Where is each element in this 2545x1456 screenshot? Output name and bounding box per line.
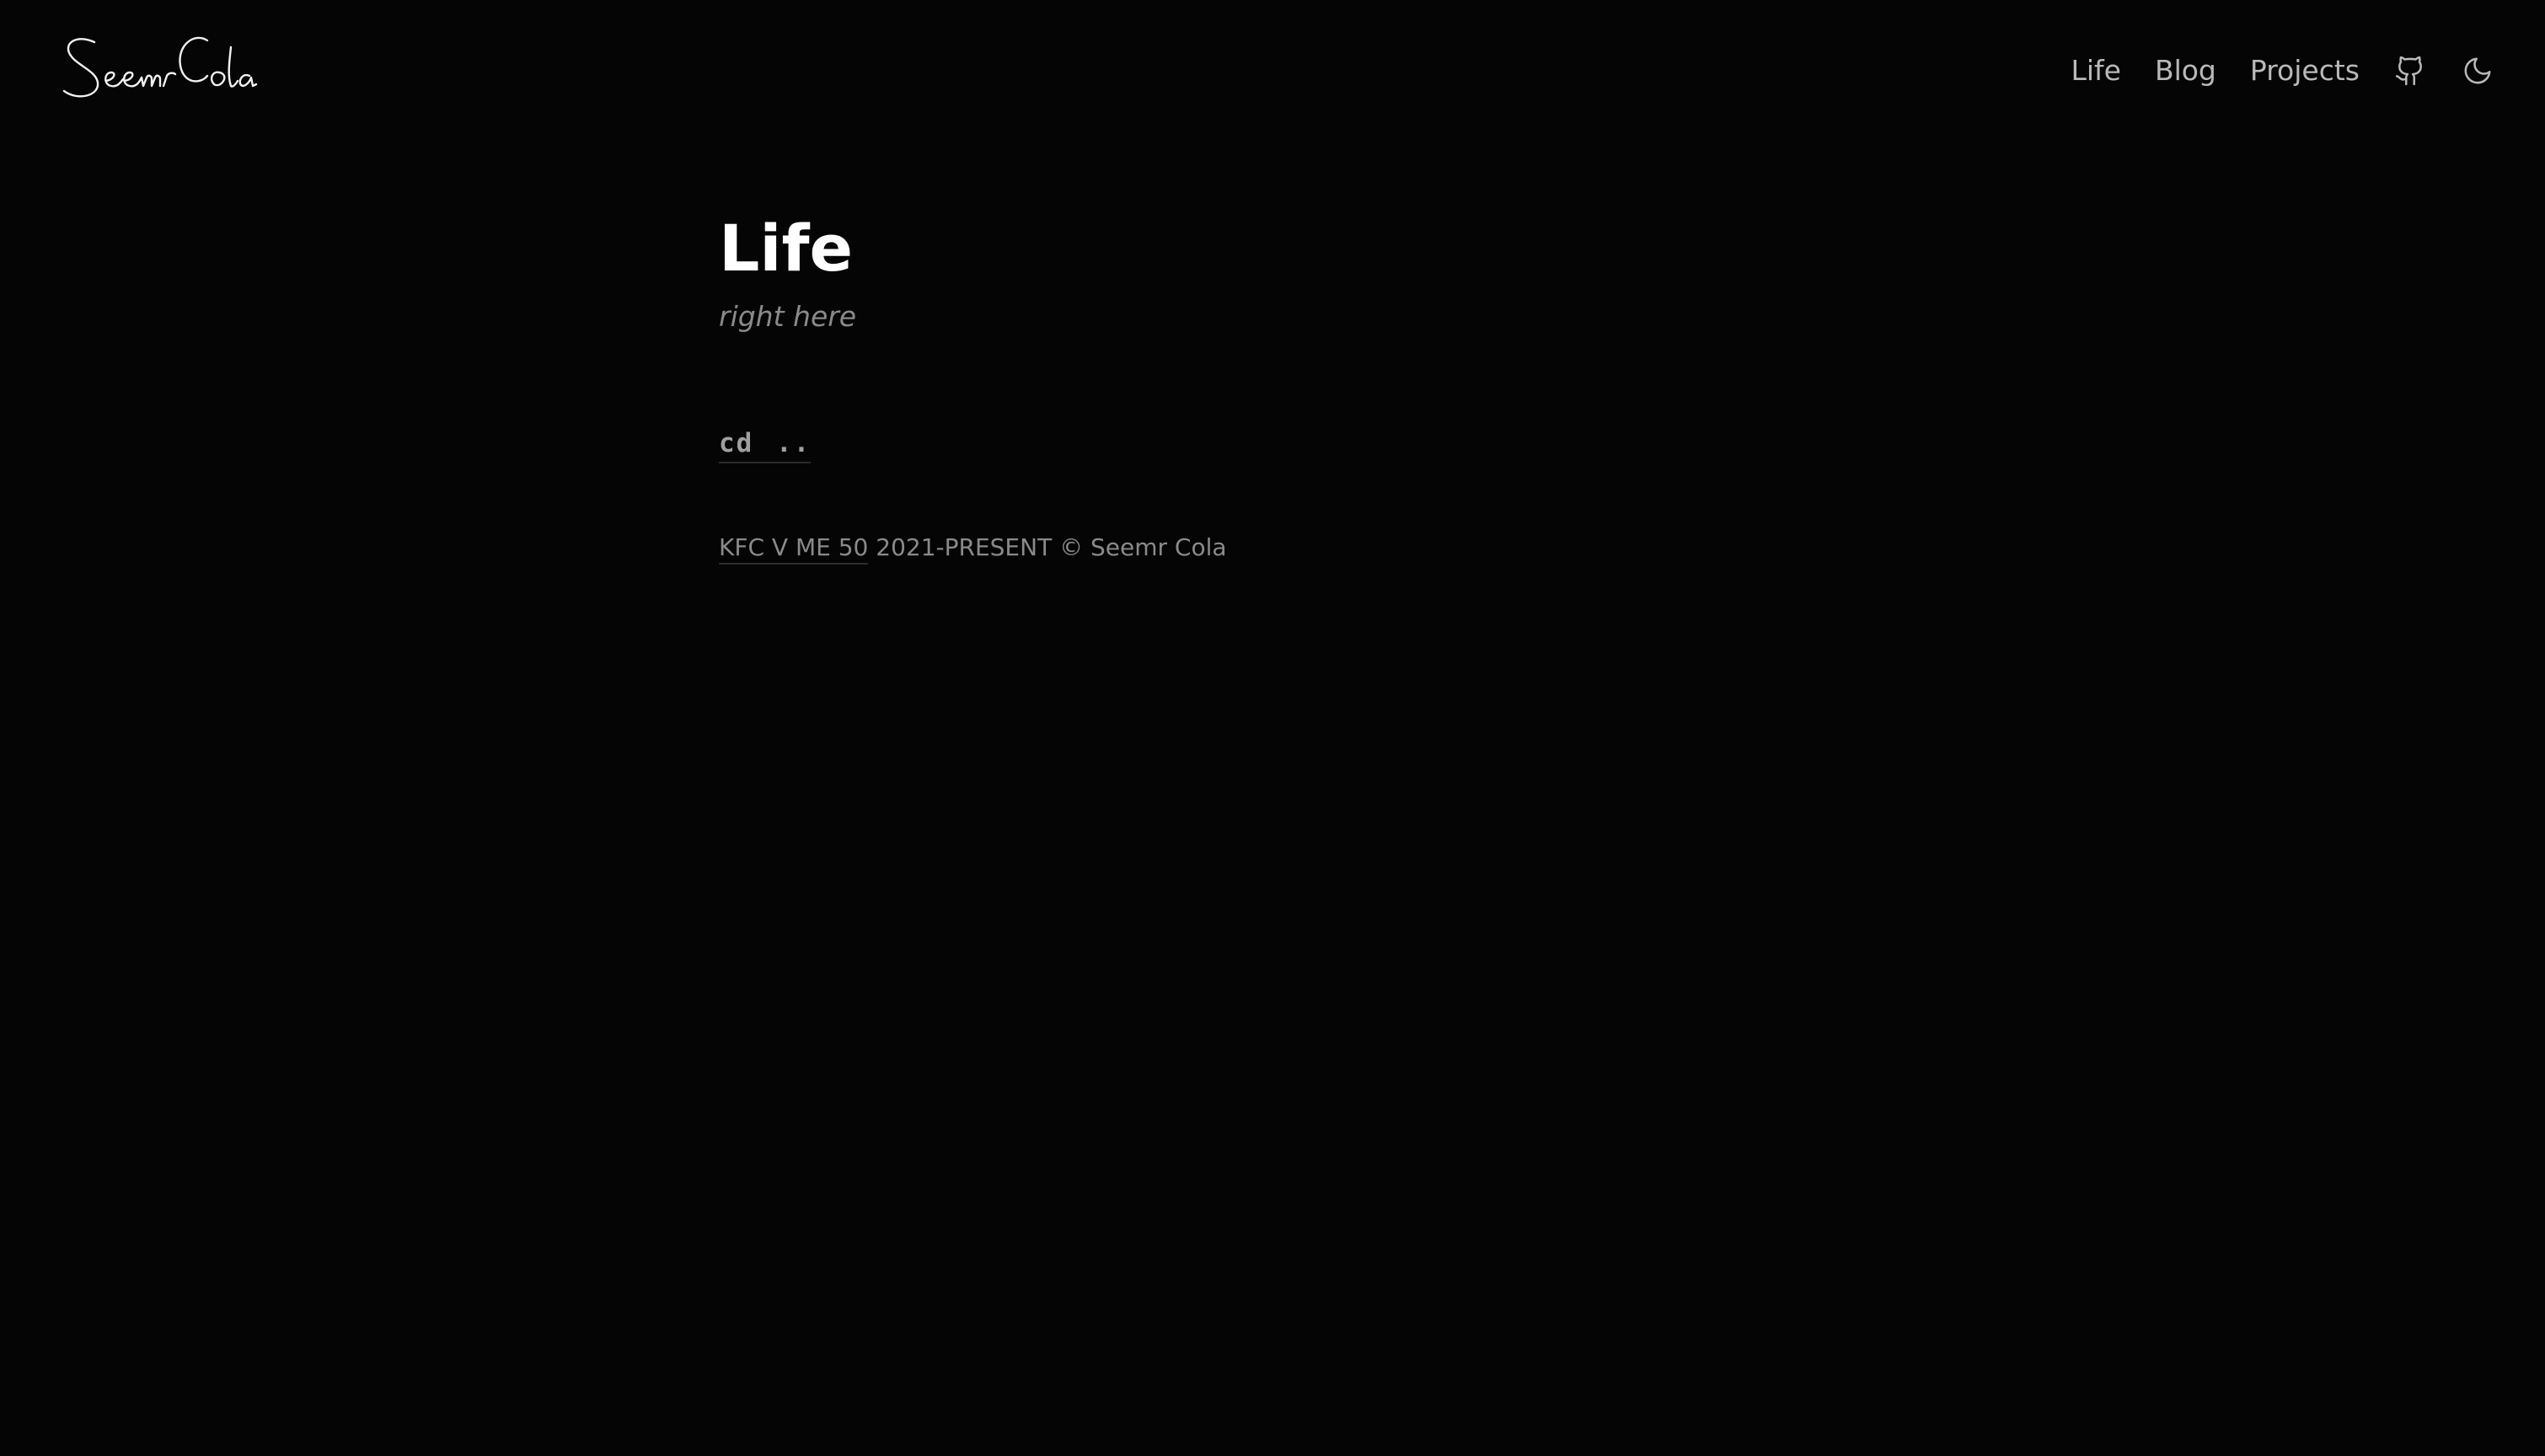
site-logo[interactable] <box>59 29 258 104</box>
main-nav: Life Blog Projects <box>2071 47 2494 94</box>
moon-icon[interactable] <box>2461 54 2494 88</box>
license-link[interactable]: KFC V ME 50 <box>719 533 869 565</box>
copyright-text: 2021-PRESENT © Seemr Cola <box>876 533 1227 561</box>
main-content: Life right here cd .. KFC V ME 50 2021-P… <box>719 202 1826 565</box>
nav-link-projects[interactable]: Projects <box>2250 47 2360 94</box>
site-footer: KFC V ME 50 2021-PRESENT © Seemr Cola <box>719 531 1826 565</box>
page-title: Life <box>719 211 854 286</box>
github-icon[interactable] <box>2393 54 2427 88</box>
back-link[interactable]: cd .. <box>719 428 812 463</box>
nav-link-blog[interactable]: Blog <box>2155 47 2216 94</box>
nav-link-life[interactable]: Life <box>2071 47 2120 94</box>
page-subtitle: right here <box>719 300 857 333</box>
